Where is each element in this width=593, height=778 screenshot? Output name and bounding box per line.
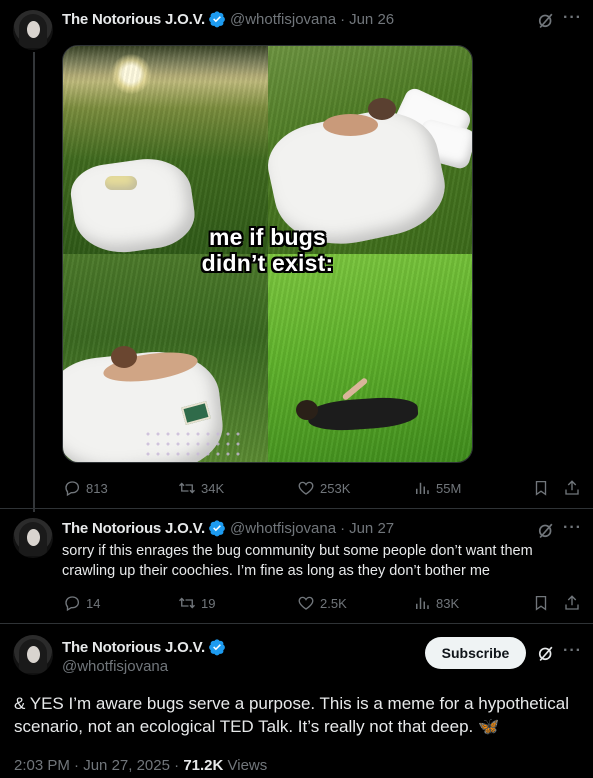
like-button[interactable]: 2.5K xyxy=(297,594,347,612)
woman-head xyxy=(295,400,318,420)
handle[interactable]: @whotfisjovana xyxy=(230,11,336,28)
like-count: 2.5K xyxy=(320,595,347,611)
meme-caption: me if bugs didn’t exist: xyxy=(63,224,472,276)
reply-button[interactable]: 14 xyxy=(63,594,100,612)
separator-dot: · xyxy=(174,757,180,774)
repost-button[interactable]: 34K xyxy=(178,479,224,497)
grass-texture xyxy=(267,254,472,462)
views-label: Views xyxy=(227,757,268,774)
verified-badge-icon xyxy=(209,639,225,656)
tweet-text: sorry if this enrages the bug community … xyxy=(62,543,533,579)
views-count: 71.2K xyxy=(183,757,224,774)
thread-line xyxy=(33,52,35,512)
share-icon[interactable] xyxy=(563,594,581,612)
grok-icon[interactable] xyxy=(536,643,556,663)
views-button[interactable]: 83K xyxy=(413,594,459,612)
avatar-face xyxy=(27,646,40,663)
reply-icon xyxy=(65,481,80,497)
wildflowers xyxy=(143,429,243,462)
tweet-text: & YES I’m aware bugs serve a purpose. Th… xyxy=(14,692,584,738)
separator-dot: · xyxy=(340,10,346,28)
photo-quadrant-4 xyxy=(267,254,472,462)
verified-badge-icon xyxy=(209,520,225,537)
avatar[interactable] xyxy=(13,635,53,675)
reply-count: 813 xyxy=(86,480,108,496)
caption-line-1: me if bugs xyxy=(208,224,326,250)
views-chart-icon xyxy=(416,482,429,494)
repost-count: 34K xyxy=(201,480,225,496)
tweet-header: The Notorious J.O.V. xyxy=(62,638,230,656)
tweet-metadata: 2:03 PM · Jun 27, 2025 · 71.2K Views xyxy=(14,757,267,774)
caption-line-2: didn’t exist: xyxy=(201,250,334,276)
tweet-header: The Notorious J.O.V. @whotfisjovana · Ju… xyxy=(62,10,394,28)
divider xyxy=(0,508,593,509)
display-name[interactable]: The Notorious J.O.V. xyxy=(62,11,205,28)
subscribe-button[interactable]: Subscribe xyxy=(425,637,526,669)
photo-quadrant-1 xyxy=(63,46,268,259)
share-icon[interactable] xyxy=(563,479,581,497)
separator-dot: · xyxy=(340,519,346,537)
more-options-icon[interactable]: ··· xyxy=(563,642,582,660)
lying-person-head xyxy=(111,346,137,368)
tweet-media-image[interactable]: me if bugs didn’t exist: xyxy=(62,45,473,463)
like-button[interactable]: 253K xyxy=(297,479,350,497)
grok-icon[interactable] xyxy=(536,10,556,30)
tweet-time[interactable]: 2:03 PM xyxy=(14,757,70,774)
sleeping-person-shoulder xyxy=(322,114,378,136)
reply-count: 14 xyxy=(86,595,101,611)
views-button[interactable]: 55M xyxy=(413,479,461,497)
tweet-date[interactable]: Jun 27 xyxy=(349,520,394,537)
avatar[interactable] xyxy=(13,518,53,558)
repost-icon xyxy=(179,597,195,609)
display-name[interactable]: The Notorious J.O.V. xyxy=(62,520,205,537)
view-count: 55M xyxy=(436,480,462,496)
butterfly-emoji: 🦋 xyxy=(478,717,500,736)
separator-dot: · xyxy=(74,757,80,774)
bookmark-icon[interactable] xyxy=(532,594,550,612)
heart-icon xyxy=(298,596,314,610)
handle[interactable]: @whotfisjovana xyxy=(230,520,336,537)
views-chart-icon xyxy=(416,597,429,609)
tweet-header: The Notorious J.O.V. @whotfisjovana · Ju… xyxy=(62,519,394,537)
more-options-icon[interactable]: ··· xyxy=(563,519,582,537)
avatar-face xyxy=(27,21,40,38)
repost-button[interactable]: 19 xyxy=(178,594,215,612)
avatar-face xyxy=(27,529,40,546)
tweet-date[interactable]: Jun 26 xyxy=(349,11,394,28)
repost-icon xyxy=(179,482,195,494)
like-count: 253K xyxy=(320,480,351,496)
view-count: 83K xyxy=(436,595,460,611)
bookmark-icon[interactable] xyxy=(532,479,550,497)
grok-icon[interactable] xyxy=(536,520,556,540)
divider xyxy=(0,623,593,624)
heart-icon xyxy=(298,481,314,495)
photo-quadrant-2 xyxy=(260,46,472,258)
verified-badge-icon xyxy=(209,11,225,28)
display-name[interactable]: The Notorious J.O.V. xyxy=(62,639,205,656)
sleeping-person xyxy=(367,98,396,120)
reply-icon xyxy=(65,596,80,612)
avatar[interactable] xyxy=(13,10,53,50)
photo-quadrant-3 xyxy=(63,254,268,462)
pillow xyxy=(105,176,137,190)
repost-count: 19 xyxy=(201,595,216,611)
tweet-full-date[interactable]: Jun 27, 2025 xyxy=(83,757,170,774)
reply-button[interactable]: 813 xyxy=(63,479,108,497)
more-options-icon[interactable]: ··· xyxy=(563,9,582,27)
handle[interactable]: @whotfisjovana xyxy=(62,658,168,675)
